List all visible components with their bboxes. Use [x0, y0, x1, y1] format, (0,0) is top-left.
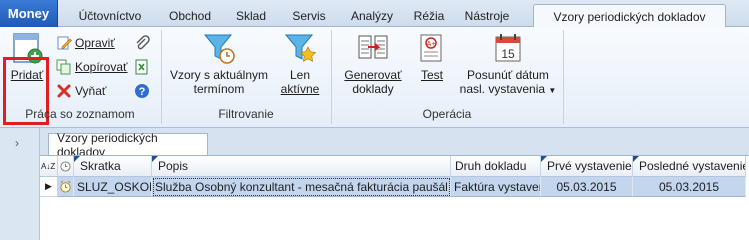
tab-vzory-periodickych-dokladov[interactable]: Vzory periodických dokladov — [533, 4, 726, 28]
tab-uctovnictvo[interactable]: Účtovníctvo — [62, 4, 158, 27]
document-tab[interactable]: Vzory periodických dokladov — [48, 131, 208, 159]
excel-export-icon — [135, 59, 148, 75]
sort-header[interactable]: A↓Z — [40, 156, 58, 177]
vzory-s-aktualnym-terminom-button[interactable]: Vzory s aktuálnym termínom — [168, 31, 270, 96]
ribbon-panel: Pridať Opraviť Kopírovať Vyňať ? Práca s… — [0, 27, 749, 128]
posunut-line2: nasl. vystavenia — [459, 82, 546, 96]
filter-clock-icon — [203, 34, 235, 64]
len-line1: Len — [289, 68, 311, 82]
vyniat-button[interactable]: Vyňať — [56, 81, 106, 101]
tab-servis[interactable]: Servis — [284, 4, 334, 27]
group-label-operacia: Operácia — [422, 107, 472, 121]
group-label-praca: Práca so zoznamom — [25, 107, 135, 121]
generovat-doklady-button[interactable]: Generovať doklady — [338, 31, 408, 96]
navigation-collapsed-panel: › — [0, 128, 40, 240]
cell-skratka: SLUZ_OSKON — [74, 177, 152, 197]
cell-prve-vystavenie: 05.03.2015 — [541, 177, 633, 197]
filter-star-icon — [284, 34, 317, 62]
attachment-button[interactable] — [134, 33, 153, 53]
generovat-line2: doklady — [352, 82, 394, 96]
records-grid: A↓Z Skratka Popis Druh dokladu Prvé vyst… — [40, 155, 749, 240]
cell-posledne-vystavenie: 05.03.2015 — [633, 177, 746, 197]
tab-obchod[interactable]: Obchod — [160, 4, 220, 27]
group-label-filtrovanie: Filtrovanie — [218, 107, 274, 121]
generovat-line1: Generovať — [344, 68, 402, 82]
column-header-druh-dokladu[interactable]: Druh dokladu — [451, 156, 541, 177]
svg-text:15: 15 — [501, 47, 515, 61]
vzory-line1: Vzory s aktuálnym — [169, 68, 269, 82]
tab-sklad[interactable]: Sklad — [228, 4, 274, 27]
document-area: › Vzory periodických dokladov A↓Z Skratk… — [0, 128, 749, 240]
kopirovat-button[interactable]: Kopírovať — [56, 57, 128, 77]
test-document-icon: A+ — [420, 34, 442, 62]
kopirovat-label: Kopírovať — [75, 60, 128, 74]
vyniat-label: Vyňať — [75, 84, 107, 98]
posunut-datum-button[interactable]: 15 Posunúť dátum nasl. vystavenia ▼ — [456, 31, 560, 98]
expand-panel-icon[interactable]: › — [15, 136, 19, 150]
svg-text:A+: A+ — [427, 41, 436, 48]
reminder-column-header[interactable] — [58, 156, 74, 177]
alarm-clock-icon — [60, 180, 71, 193]
tab-analyzy[interactable]: Analýzy — [343, 4, 401, 27]
dropdown-arrow-icon: ▼ — [548, 86, 557, 95]
test-button[interactable]: A+ Test — [414, 31, 450, 82]
app-menu-button[interactable]: Money — [0, 0, 58, 27]
paperclip-icon — [136, 35, 150, 50]
cell-druh-dokladu: Faktúra vystavená — [451, 177, 541, 197]
column-header-posledne-vystavenie[interactable]: Posledné vystavenie — [633, 156, 746, 177]
cell-popis: Služba Osobný konzultant - mesačná faktu… — [152, 177, 451, 197]
column-header-prve-vystavenie[interactable]: Prvé vystavenie — [541, 156, 633, 177]
posunut-line1: Posunúť dátum — [467, 68, 549, 82]
reminder-cell — [58, 177, 74, 197]
opravit-button[interactable]: Opraviť — [56, 33, 115, 53]
export-excel-button[interactable] — [134, 57, 153, 77]
help-icon: ? — [135, 84, 149, 98]
test-label: Test — [420, 68, 443, 82]
calendar-icon: 15 — [495, 34, 521, 62]
table-row[interactable]: ▶ SLUZ_OSKON Služba Osobný konzultant - … — [40, 177, 749, 197]
column-header-skratka[interactable]: Skratka — [74, 156, 152, 177]
posunut-line2-wrap: nasl. vystavenia ▼ — [460, 82, 557, 98]
edit-icon — [57, 36, 72, 50]
vzory-line2: termínom — [193, 82, 245, 96]
row-pointer-icon: ▶ — [40, 177, 58, 197]
tab-rezia[interactable]: Réžia — [409, 4, 449, 27]
ribbon-tab-strip: Money Účtovníctvo Obchod Sklad Servis An… — [0, 0, 749, 28]
column-header-popis[interactable]: Popis — [152, 156, 451, 177]
delete-icon — [57, 84, 71, 98]
len-aktivne-button[interactable]: Len aktívne — [278, 31, 322, 96]
copy-icon — [56, 59, 71, 75]
clock-icon — [60, 160, 71, 172]
generate-documents-icon — [358, 35, 388, 59]
tab-nastroje[interactable]: Nástroje — [455, 4, 519, 27]
len-line2: aktívne — [280, 82, 320, 96]
group-separator — [563, 30, 564, 124]
svg-text:?: ? — [139, 86, 146, 98]
help-button[interactable]: ? — [134, 81, 153, 101]
opravit-label: Opraviť — [75, 36, 115, 50]
